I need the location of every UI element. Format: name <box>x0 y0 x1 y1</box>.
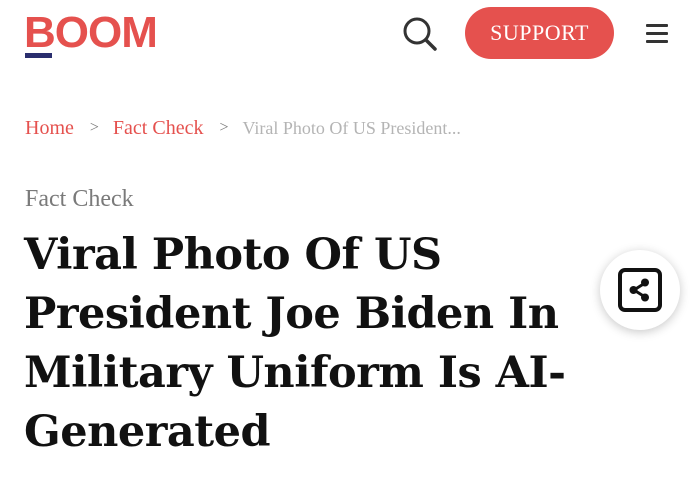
share-icon <box>618 268 662 312</box>
menu-button[interactable] <box>644 20 672 46</box>
logo-underline <box>25 53 52 58</box>
search-icon <box>403 17 437 51</box>
article-category[interactable]: Fact Check <box>25 186 134 213</box>
article-title: Viral Photo Of US President Joe Biden In… <box>24 230 566 457</box>
breadcrumb: Home > Fact Check > Viral Photo Of US Pr… <box>25 113 461 143</box>
breadcrumb-section-link[interactable]: Fact Check <box>113 117 204 140</box>
share-button[interactable] <box>600 250 680 330</box>
breadcrumb-separator: > <box>89 119 99 136</box>
site-header: BOOM SUPPORT <box>0 0 696 70</box>
support-button[interactable]: SUPPORT <box>465 7 614 59</box>
breadcrumb-home-link[interactable]: Home <box>25 117 74 140</box>
breadcrumb-current: Viral Photo Of US President... <box>242 117 461 138</box>
site-logo[interactable]: BOOM <box>24 8 158 58</box>
breadcrumb-separator: > <box>219 119 229 136</box>
search-button[interactable] <box>400 14 440 54</box>
